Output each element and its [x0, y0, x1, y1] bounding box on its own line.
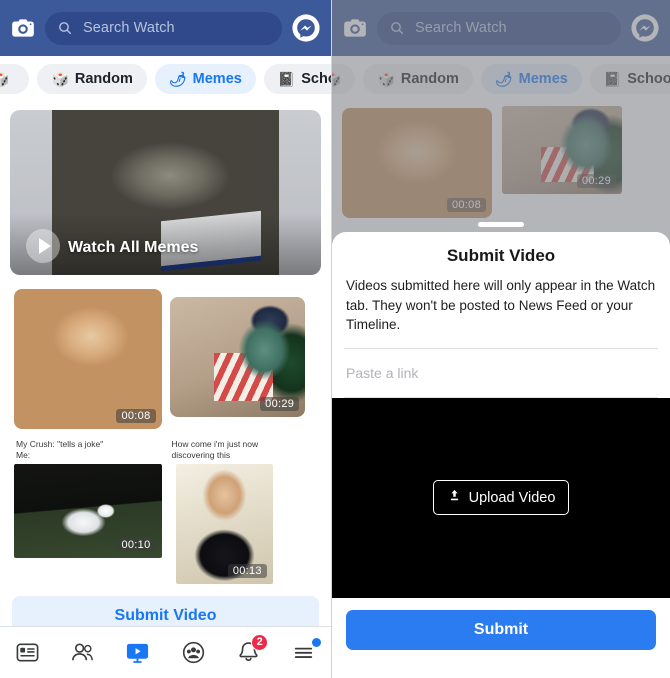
nav-news-feed[interactable] [6, 635, 50, 671]
sheet-title: Submit Video [446, 246, 556, 265]
upload-video-label: Upload Video [468, 489, 556, 506]
nav-groups[interactable] [171, 635, 215, 671]
nav-friends[interactable] [61, 635, 105, 671]
chip-label: Random [74, 71, 133, 87]
video-duration: 00:10 [116, 538, 156, 553]
watch-feed-scroll[interactable]: Watch All Memes 00:08 00:29 My Crush: "t… [0, 102, 331, 678]
search-icon [57, 20, 73, 36]
chip-label: School [301, 71, 331, 87]
hero-title: Watch All Memes [68, 239, 199, 256]
play-icon[interactable] [26, 229, 60, 263]
video-caption: How come i'm just now discovering this [171, 439, 259, 460]
video-preview-area[interactable]: Upload Video [332, 397, 670, 598]
left-panel-watch-feed: Search Watch 🎲 🎲 Random 🌶 Memes 📓 School [0, 0, 332, 678]
nav-watch[interactable] [116, 635, 160, 671]
bottom-navigation[interactable]: 2 [0, 626, 331, 678]
sheet-description: Videos submitted here will only appear i… [346, 278, 656, 333]
paste-link-input[interactable]: Paste a link [332, 349, 670, 397]
messenger-icon[interactable] [291, 13, 321, 43]
notebook-icon: 📓 [277, 71, 296, 87]
submit-video-sheet: Submit Video Videos submitted here will … [332, 232, 670, 678]
right-panel-submit-video: Search Watch 🎲 🎲 Random 🌶 Memes 📓 School [332, 0, 670, 678]
camera-icon[interactable] [10, 15, 36, 41]
nav-notifications[interactable]: 2 [226, 633, 270, 671]
video-grid: 00:08 00:29 My Crush: "tells a joke" Me:… [0, 275, 331, 588]
video-thumb-seagull[interactable]: 00:10 [14, 464, 162, 559]
app-header: Search Watch [0, 0, 331, 56]
chip-memes[interactable]: 🌶 Memes [154, 64, 256, 94]
chip-label: Memes [192, 71, 242, 87]
video-duration: 00:29 [260, 397, 300, 411]
sheet-drag-handle[interactable] [478, 222, 524, 227]
notification-badge: 2 [251, 633, 269, 651]
upload-icon [447, 488, 462, 507]
dual-screenshot: Search Watch 🎲 🎲 Random 🌶 Memes 📓 School [0, 0, 670, 678]
video-thumb-christmas[interactable]: 00:29 [169, 297, 306, 417]
chip-partial-left[interactable]: 🎲 [0, 64, 30, 94]
video-card[interactable]: My Crush: "tells a joke" Me: 00:10 [10, 433, 166, 588]
search-input[interactable]: Search Watch [45, 11, 282, 45]
search-placeholder: Search Watch [83, 20, 175, 36]
video-card[interactable]: 00:29 [166, 285, 322, 433]
submit-button[interactable]: Submit [346, 609, 656, 650]
video-card[interactable]: 00:08 [10, 285, 166, 433]
video-thumb-boy[interactable]: 00:08 [14, 289, 162, 429]
dice-icon: 🎲 [0, 72, 9, 86]
video-caption: My Crush: "tells a joke" Me: [16, 439, 104, 460]
hero-video-card[interactable]: Watch All Memes [10, 110, 321, 275]
chip-school[interactable]: 📓 School [263, 64, 331, 94]
video-thumb-teen[interactable]: 00:13 [175, 464, 273, 585]
chili-pepper-icon: 🌶 [168, 71, 187, 87]
menu-notification-dot [312, 637, 322, 647]
chip-random[interactable]: 🎲 Random [37, 64, 147, 94]
upload-video-button[interactable]: Upload Video [432, 480, 570, 516]
video-duration: 00:08 [116, 409, 156, 423]
nav-menu[interactable] [281, 635, 325, 671]
video-card[interactable]: How come i'm just now discovering this 0… [166, 433, 322, 588]
video-duration: 00:13 [227, 564, 267, 579]
dice-icon: 🎲 [51, 71, 69, 87]
submit-bar: Submit [332, 598, 670, 666]
category-chips[interactable]: 🎲 🎲 Random 🌶 Memes 📓 School 🎮 [0, 56, 331, 102]
